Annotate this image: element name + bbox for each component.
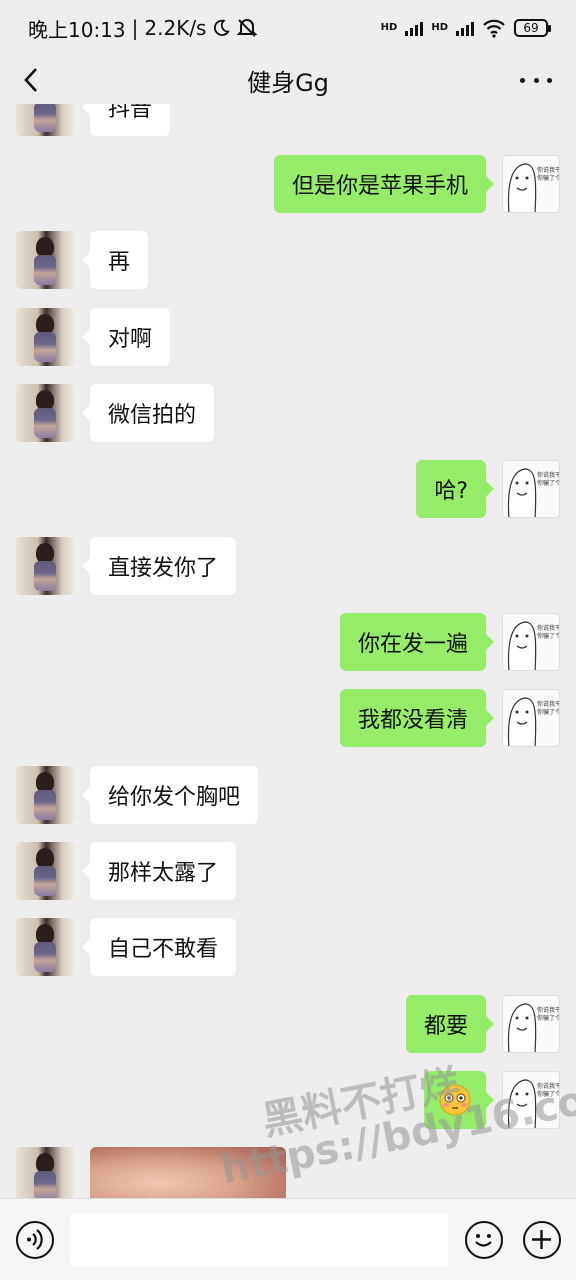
meme-caption-2: 你骗了个寂 — [537, 479, 560, 487]
contact-avatar[interactable] — [16, 384, 74, 442]
meme-face-icon: 你说我干啥 你骗了个寂 — [507, 697, 560, 746]
message-row: 哈? 你说我干啥 你骗了个寂 — [0, 460, 576, 520]
meme-caption-1: 你说我干啥 — [537, 624, 560, 632]
chevron-left-icon[interactable] — [16, 64, 48, 96]
emoji-icon — [475, 1234, 492, 1247]
message-bubble[interactable]: 都要 — [405, 995, 495, 1053]
emoji-bubble[interactable] — [424, 1071, 494, 1129]
meme-caption-1: 你说我干啥 — [537, 1006, 560, 1014]
plus-button[interactable] — [523, 1221, 561, 1259]
message-row: 我都没看清 你说我干啥 你骗了个寂 — [0, 689, 576, 749]
self-avatar[interactable]: 你说我干啥 你骗了个寂 — [502, 995, 560, 1053]
self-avatar[interactable]: 你说我干啥 你骗了个寂 — [502, 613, 560, 671]
contact-avatar[interactable] — [16, 104, 74, 136]
message-bubble[interactable]: 微信拍的 — [81, 384, 215, 442]
meme-caption-1: 你说我干啥 — [537, 1082, 560, 1090]
contact-avatar[interactable] — [16, 231, 74, 289]
meme-caption-2: 你骗了个寂 — [537, 632, 560, 640]
contact-avatar[interactable] — [16, 766, 74, 824]
message-bubble[interactable]: 直接发你了 — [81, 537, 237, 595]
meme-caption-2: 你骗了个寂 — [537, 708, 560, 716]
moon-icon — [214, 19, 231, 36]
meme-caption-1: 你说我干啥 — [537, 166, 560, 174]
voice-icon — [27, 1229, 43, 1250]
contact-avatar[interactable] — [16, 308, 74, 366]
message-bubble[interactable]: 你在发一遍 — [339, 613, 495, 671]
message-row: 对啊 — [0, 308, 576, 368]
signal-icon-1 — [405, 20, 424, 36]
status-bar: 晚上10:13 | 2.2K/s HD HD 69 — [0, 0, 576, 56]
flushed-face-emoji-icon — [439, 1084, 471, 1116]
self-avatar[interactable]: 你说我干啥 你骗了个寂 — [502, 155, 560, 213]
meme-face-icon: 你说我干啥 你骗了个寂 — [507, 163, 560, 212]
message-bubble[interactable]: 哈? — [416, 460, 494, 518]
meme-face-icon: 你说我干啥 你骗了个寂 — [507, 1079, 560, 1128]
image-message[interactable] — [90, 1147, 286, 1198]
message-bubble[interactable]: 但是你是苹果手机 — [273, 155, 495, 213]
message-row: 你在发一遍 你说我干啥 你骗了个寂 — [0, 613, 576, 673]
meme-caption-2: 你骗了个寂 — [537, 1014, 560, 1022]
message-row: 给你发个胸吧 — [0, 766, 576, 826]
network-speed: 2.2K/s — [144, 16, 207, 40]
message-row — [0, 1147, 576, 1198]
message-bubble[interactable]: 抖音 — [81, 104, 171, 136]
message-bubble[interactable]: 再 — [81, 231, 149, 289]
hd-label-2: HD — [431, 22, 448, 33]
message-row: 那样太露了 — [0, 842, 576, 902]
battery-icon: 69 — [514, 19, 551, 37]
meme-caption-1: 你说我干啥 — [537, 471, 560, 479]
chat-title: 健身Gg — [247, 68, 329, 97]
meme-face-icon: 你说我干啥 你骗了个寂 — [507, 468, 560, 517]
emoji-button[interactable] — [465, 1221, 503, 1259]
wifi-icon — [483, 19, 505, 38]
contact-avatar[interactable] — [16, 1147, 74, 1198]
message-bubble[interactable]: 那样太露了 — [81, 842, 237, 900]
contact-avatar[interactable] — [16, 918, 74, 976]
message-row: 微信拍的 — [0, 384, 576, 444]
meme-face-icon: 你说我干啥 你骗了个寂 — [507, 621, 560, 670]
status-left: 晚上10:13 | 2.2K/s — [28, 14, 258, 43]
signal-icon-2 — [456, 20, 474, 36]
message-bubble[interactable]: 我都没看清 — [339, 689, 495, 747]
self-avatar[interactable]: 你说我干啥 你骗了个寂 — [502, 689, 560, 747]
contact-avatar[interactable] — [16, 537, 74, 595]
chat-header: 健身Gg — [0, 56, 576, 104]
message-list[interactable]: 抖音 但是你是苹果手机 你说我干啥 你骗了个寂 再 对啊 微信拍的 哈? — [0, 104, 576, 1198]
contact-avatar[interactable] — [16, 842, 74, 900]
hd-label-1: HD — [380, 22, 398, 33]
self-avatar[interactable]: 你说我干啥 你骗了个寂 — [502, 460, 560, 518]
message-row: 你说我干啥 你骗了个寂 — [0, 1071, 576, 1131]
message-row: 再 — [0, 231, 576, 291]
status-right: HD HD 69 — [380, 18, 551, 38]
status-time: 晚上10:13 — [28, 17, 126, 42]
message-row: 抖音 — [0, 104, 576, 138]
message-row: 都要 你说我干啥 你骗了个寂 — [0, 995, 576, 1055]
message-row: 自己不敢看 — [0, 918, 576, 978]
message-bubble[interactable]: 给你发个胸吧 — [81, 766, 259, 824]
message-row: 直接发你了 — [0, 537, 576, 597]
input-bar — [0, 1198, 576, 1280]
message-input[interactable] — [70, 1213, 448, 1267]
status-separator: | — [131, 16, 139, 40]
message-bubble[interactable]: 自己不敢看 — [81, 918, 237, 976]
plus-icon — [532, 1230, 551, 1249]
voice-button[interactable] — [16, 1221, 54, 1259]
self-avatar[interactable]: 你说我干啥 你骗了个寂 — [502, 1071, 560, 1129]
more-dots-icon[interactable] — [520, 66, 552, 94]
meme-caption-2: 你骗了个寂 — [537, 174, 560, 182]
message-row: 但是你是苹果手机 你说我干啥 你骗了个寂 — [0, 155, 576, 215]
meme-caption-1: 你说我干啥 — [537, 700, 560, 708]
message-bubble[interactable]: 对啊 — [81, 308, 171, 366]
meme-face-icon: 你说我干啥 你骗了个寂 — [507, 1003, 560, 1052]
mute-bell-icon — [237, 19, 258, 37]
meme-caption-2: 你骗了个寂 — [537, 1090, 560, 1098]
